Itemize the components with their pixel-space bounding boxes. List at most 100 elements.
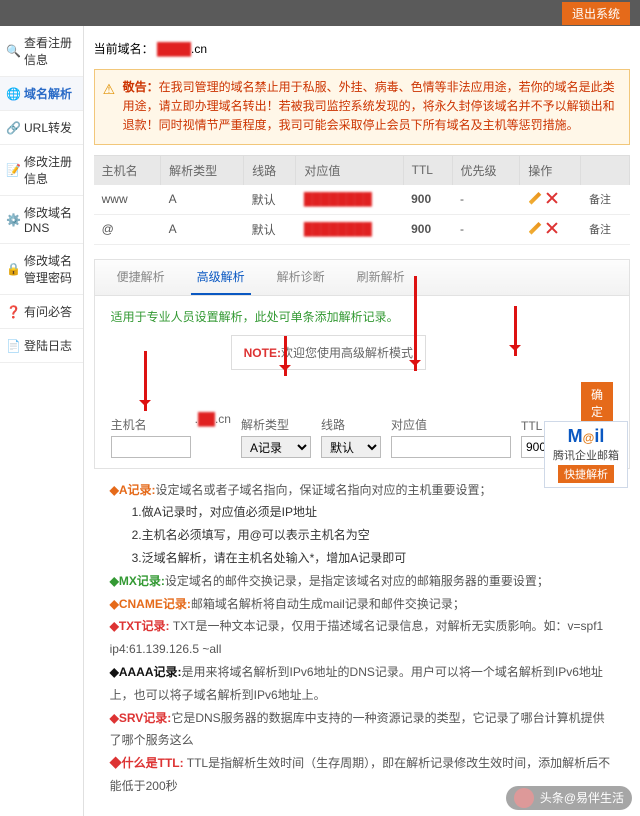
sidebar-item-password[interactable]: 🔒 修改域名管理密码 — [0, 244, 83, 295]
help-a-title: A记录: — [119, 483, 156, 497]
gear-icon: ⚙️ — [6, 213, 20, 227]
watermark: 头条@易伴生活 — [506, 786, 632, 810]
th-ttl: TTL — [403, 156, 452, 185]
cell-pri: - — [452, 214, 520, 244]
cell-line: 默认 — [244, 185, 296, 215]
th-type: 解析类型 — [161, 156, 244, 185]
help-aaaa-body: 是用来将域名解析到IPv6地址的DNS记录。用户可以将一个域名解析到IPv6地址… — [110, 665, 603, 702]
link-icon: 🔗 — [6, 121, 20, 135]
avatar-icon — [514, 788, 534, 808]
tab-advanced[interactable]: 高级解析 — [191, 260, 251, 295]
help-a1: 1.做A记录时，对应值必须是IP地址 — [132, 501, 614, 524]
host-input[interactable] — [111, 436, 191, 458]
help-cname-title: CNAME记录: — [119, 597, 191, 611]
cell-remark[interactable]: 备注 — [581, 214, 630, 244]
th-host: 主机名 — [94, 156, 161, 185]
th-ops: 操作 — [520, 156, 581, 185]
doc-search-icon: 🔍 — [6, 44, 20, 58]
sidebar: 🔍查看注册信息 🌐 域名解析 🔗 URL转发 📝 修改注册信息 ⚙️ 修改域名DNS 🔒… — [0, 26, 84, 816]
type-select[interactable]: A记录 — [241, 436, 311, 458]
cell-type: A — [161, 214, 244, 244]
redacted-domain: ████ — [157, 42, 191, 56]
cell-ops — [520, 185, 581, 215]
label-value: 对应值 — [391, 416, 511, 433]
cell-pri: - — [452, 185, 520, 215]
sidebar-item-label: 修改域名管理密码 — [24, 252, 77, 286]
promo-box[interactable]: M@il 腾讯企业邮箱 快捷解析 — [544, 421, 628, 488]
cell-remark[interactable]: 备注 — [581, 185, 630, 215]
cell-host: www — [94, 185, 161, 215]
tab-quick[interactable]: 便捷解析 — [111, 260, 171, 295]
help-a2: 2.主机名必须填写，用@可以表示主机名为空 — [132, 524, 614, 547]
delete-icon[interactable] — [545, 191, 559, 205]
cell-value: ████████ — [296, 185, 403, 215]
question-icon: ❓ — [6, 305, 20, 319]
sidebar-item-label: 修改域名DNS — [24, 204, 77, 235]
note-prefix: NOTE: — [244, 346, 281, 360]
promo-logo: M@il — [553, 426, 619, 447]
lock-icon: 🔒 — [6, 262, 20, 276]
help-srv-body: 它是DNS服务器的数据库中支持的一种资源记录的类型，它记录了哪台计算机提供了哪个… — [110, 711, 605, 748]
tab-refresh[interactable]: 刷新解析 — [351, 260, 411, 295]
th-pri: 优先级 — [452, 156, 520, 185]
sidebar-item-label: 登陆日志 — [24, 337, 72, 354]
sidebar-item-label: 修改注册信息 — [24, 153, 77, 187]
sidebar-item-reginfo[interactable]: 🔍查看注册信息 — [0, 26, 83, 77]
host-suffix: .cn — [215, 412, 231, 426]
value-input[interactable] — [391, 436, 511, 458]
log-icon: 📄 — [6, 339, 20, 353]
cell-ops — [520, 214, 581, 244]
cell-type: A — [161, 185, 244, 215]
help-ttl-title: 什么是TTL: — [122, 756, 184, 770]
note-box: NOTE:欢迎您使用高级解析模式 — [231, 335, 426, 370]
help-txt-title: TXT记录: — [119, 619, 170, 633]
annotation-arrow — [414, 276, 417, 371]
globe-icon: 🌐 — [6, 87, 20, 101]
sidebar-item-faq[interactable]: ❓有问必答 — [0, 295, 83, 329]
warning-icon: ⚠ — [103, 78, 116, 100]
cell-ttl: 900 — [403, 214, 452, 244]
help-aaaa-title: AAAA记录: — [119, 665, 182, 679]
domain-suffix: .cn — [191, 42, 207, 56]
line-select[interactable]: 默认 — [321, 436, 381, 458]
help-cname-body: 邮箱域名解析将自动生成mail记录和邮件交换记录； — [191, 597, 465, 611]
sidebar-item-editreg[interactable]: 📝 修改注册信息 — [0, 145, 83, 196]
sidebar-item-dns[interactable]: 🌐 域名解析 — [0, 77, 83, 111]
sidebar-item-label: URL转发 — [24, 119, 72, 136]
warning-title: 敬告： — [123, 80, 159, 94]
help-srv-title: SRV记录: — [119, 711, 171, 725]
th-value: 对应值 — [296, 156, 403, 185]
cell-value: ████████ — [296, 214, 403, 244]
promo-button[interactable]: 快捷解析 — [558, 465, 614, 483]
cell-line: 默认 — [244, 214, 296, 244]
help-a3: 3.泛域名解析，请在主机名处输入*，增加A记录即可 — [132, 547, 614, 570]
help-txt-body: TXT是一种文本记录，仅用于描述域名记录信息，对解析无实质影响。如：v=spf1… — [110, 619, 604, 656]
sidebar-item-editdns[interactable]: ⚙️ 修改域名DNS — [0, 196, 83, 244]
annotation-arrow — [284, 336, 287, 376]
annotation-arrow — [144, 351, 147, 411]
th-line: 线路 — [244, 156, 296, 185]
sidebar-item-label: 域名解析 — [24, 85, 72, 102]
warning-banner: ⚠ 敬告：在我司管理的域名禁止用于私服、外挂、病毒、色情等非法应用途，若你的域名… — [94, 69, 630, 145]
help-mx-body: 设定域名的邮件交换记录，是指定该域名对应的邮箱服务器的重要设置； — [165, 574, 549, 588]
label-line: 线路 — [321, 416, 381, 433]
cell-ttl: 900 — [403, 185, 452, 215]
current-domain-label: 当前域名： — [94, 42, 154, 56]
current-domain: 当前域名： ████.cn — [94, 34, 630, 63]
tab-diagnose[interactable]: 解析诊断 — [271, 260, 331, 295]
edit-icon[interactable] — [529, 191, 543, 205]
watermark-text: 头条@易伴生活 — [540, 789, 624, 806]
delete-icon[interactable] — [545, 221, 559, 235]
logout-button[interactable]: 退出系统 — [562, 2, 630, 25]
records-table: 主机名 解析类型 线路 对应值 TTL 优先级 操作 www A 默认 ████… — [94, 155, 630, 245]
sidebar-item-log[interactable]: 📄 登陆日志 — [0, 329, 83, 363]
help-section: ◆A记录:设定域名或者子域名指向，保证域名指向对应的主机重要设置； 1.做A记录… — [94, 469, 630, 808]
tabs: 便捷解析 高级解析 解析诊断 刷新解析 — [94, 259, 630, 296]
edit-icon: 📝 — [6, 163, 20, 177]
help-a-body: 设定域名或者子域名指向，保证域名指向对应的主机重要设置； — [156, 483, 492, 497]
cell-host: @ — [94, 214, 161, 244]
sidebar-item-url[interactable]: 🔗 URL转发 — [0, 111, 83, 145]
note-text: 欢迎您使用高级解析模式 — [281, 346, 413, 360]
edit-icon[interactable] — [529, 221, 543, 235]
warning-body: 在我司管理的域名禁止用于私服、外挂、病毒、色情等非法应用途，若你的域名是此类用途… — [123, 80, 615, 132]
